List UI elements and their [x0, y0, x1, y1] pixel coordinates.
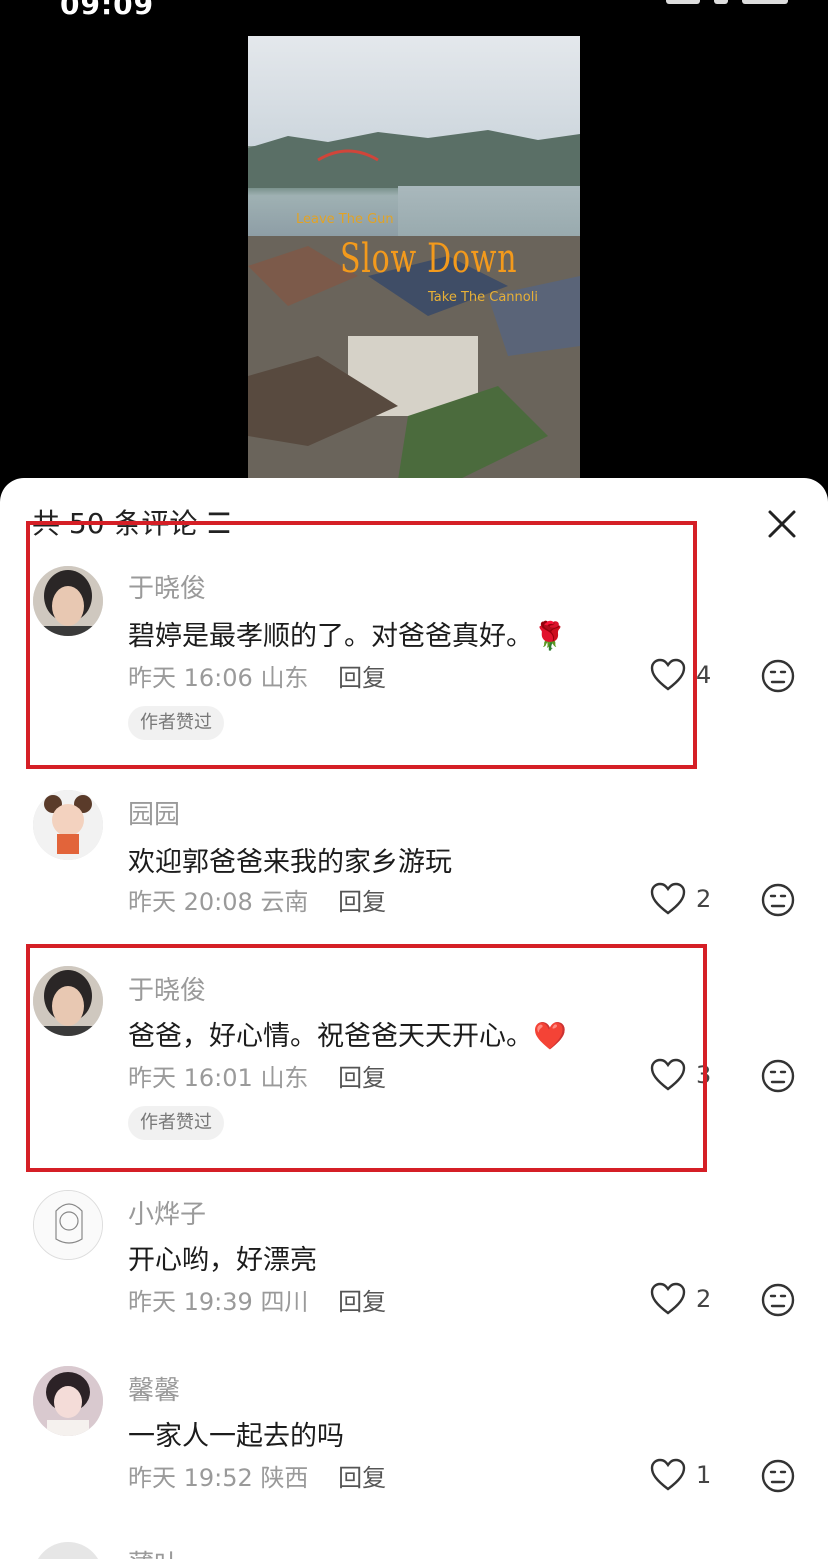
dislike-icon[interactable]	[760, 1058, 796, 1094]
status-icons	[666, 0, 788, 4]
avatar[interactable]	[33, 1190, 103, 1260]
reply-button[interactable]: 回复	[338, 1464, 386, 1492]
comment-username[interactable]: 小烨子	[128, 1194, 206, 1231]
comment-meta: 昨天 20:08 云南 回复	[128, 882, 386, 917]
comment-location: 四川	[260, 1288, 309, 1316]
comment-username[interactable]: 园园	[128, 794, 180, 831]
highlight-box	[26, 521, 697, 769]
like-button[interactable]: 2	[650, 882, 711, 916]
like-count: 1	[696, 1461, 712, 1489]
comment-time: 昨天 19:39	[128, 1288, 253, 1316]
heart-icon	[650, 1458, 686, 1491]
like-count: 4	[696, 661, 712, 689]
video-caption-top: Leave The Gun	[296, 212, 394, 227]
dislike-icon[interactable]	[760, 882, 796, 918]
dislike-icon[interactable]	[760, 1282, 796, 1318]
heart-icon	[650, 1282, 686, 1315]
comment-location: 陕西	[260, 1464, 309, 1492]
comment-text: 开心哟，好漂亮	[128, 1245, 317, 1276]
comment-username[interactable]: 馨馨	[128, 1370, 180, 1407]
reply-button[interactable]: 回复	[338, 888, 386, 916]
comment-time: 昨天 19:52	[128, 1464, 253, 1492]
video-caption-main: Slow Down	[340, 236, 518, 282]
video-mountain	[248, 130, 580, 188]
wifi-icon	[714, 0, 728, 4]
signal-icon	[666, 0, 700, 4]
like-button[interactable]: 2	[650, 1282, 711, 1316]
comment-location: 云南	[260, 888, 309, 916]
status-bar: 09:09	[0, 0, 828, 21]
screen: 09:09 Leave The Gun Slow Down Take The C…	[0, 0, 828, 1559]
comment-text: 欢迎郭爸爸来我的家乡游玩	[128, 847, 452, 878]
dislike-icon[interactable]	[760, 658, 796, 694]
heart-icon	[650, 882, 686, 915]
comment-text: 一家人一起去的吗	[128, 1421, 344, 1452]
like-button[interactable]: 1	[650, 1458, 711, 1492]
comment-username[interactable]: 薄叶	[128, 1544, 180, 1559]
reply-button[interactable]: 回复	[338, 1288, 386, 1316]
video-caption-sub: Take The Cannoli	[428, 290, 538, 305]
avatar[interactable]	[33, 1542, 103, 1559]
status-time: 09:09	[60, 0, 155, 21]
comment-panel: 共 50 条评论 ☰ 于晓俊 碧婷是最孝顺的了。对爸爸真好。🌹 昨天 16:06…	[0, 478, 828, 1559]
comment-meta: 昨天 19:52 陕西 回复	[128, 1458, 386, 1493]
like-count: 2	[696, 1285, 712, 1313]
close-icon[interactable]	[764, 506, 800, 542]
video-player[interactable]: Leave The Gun Slow Down Take The Cannoli	[248, 36, 580, 480]
comment-meta: 昨天 19:39 四川 回复	[128, 1282, 386, 1317]
like-count: 2	[696, 885, 712, 913]
avatar[interactable]	[33, 790, 103, 860]
comment-time: 昨天 20:08	[128, 888, 253, 916]
avatar[interactable]	[33, 1366, 103, 1436]
battery-icon	[742, 0, 788, 4]
dislike-icon[interactable]	[760, 1458, 796, 1494]
highlight-box	[26, 944, 707, 1172]
